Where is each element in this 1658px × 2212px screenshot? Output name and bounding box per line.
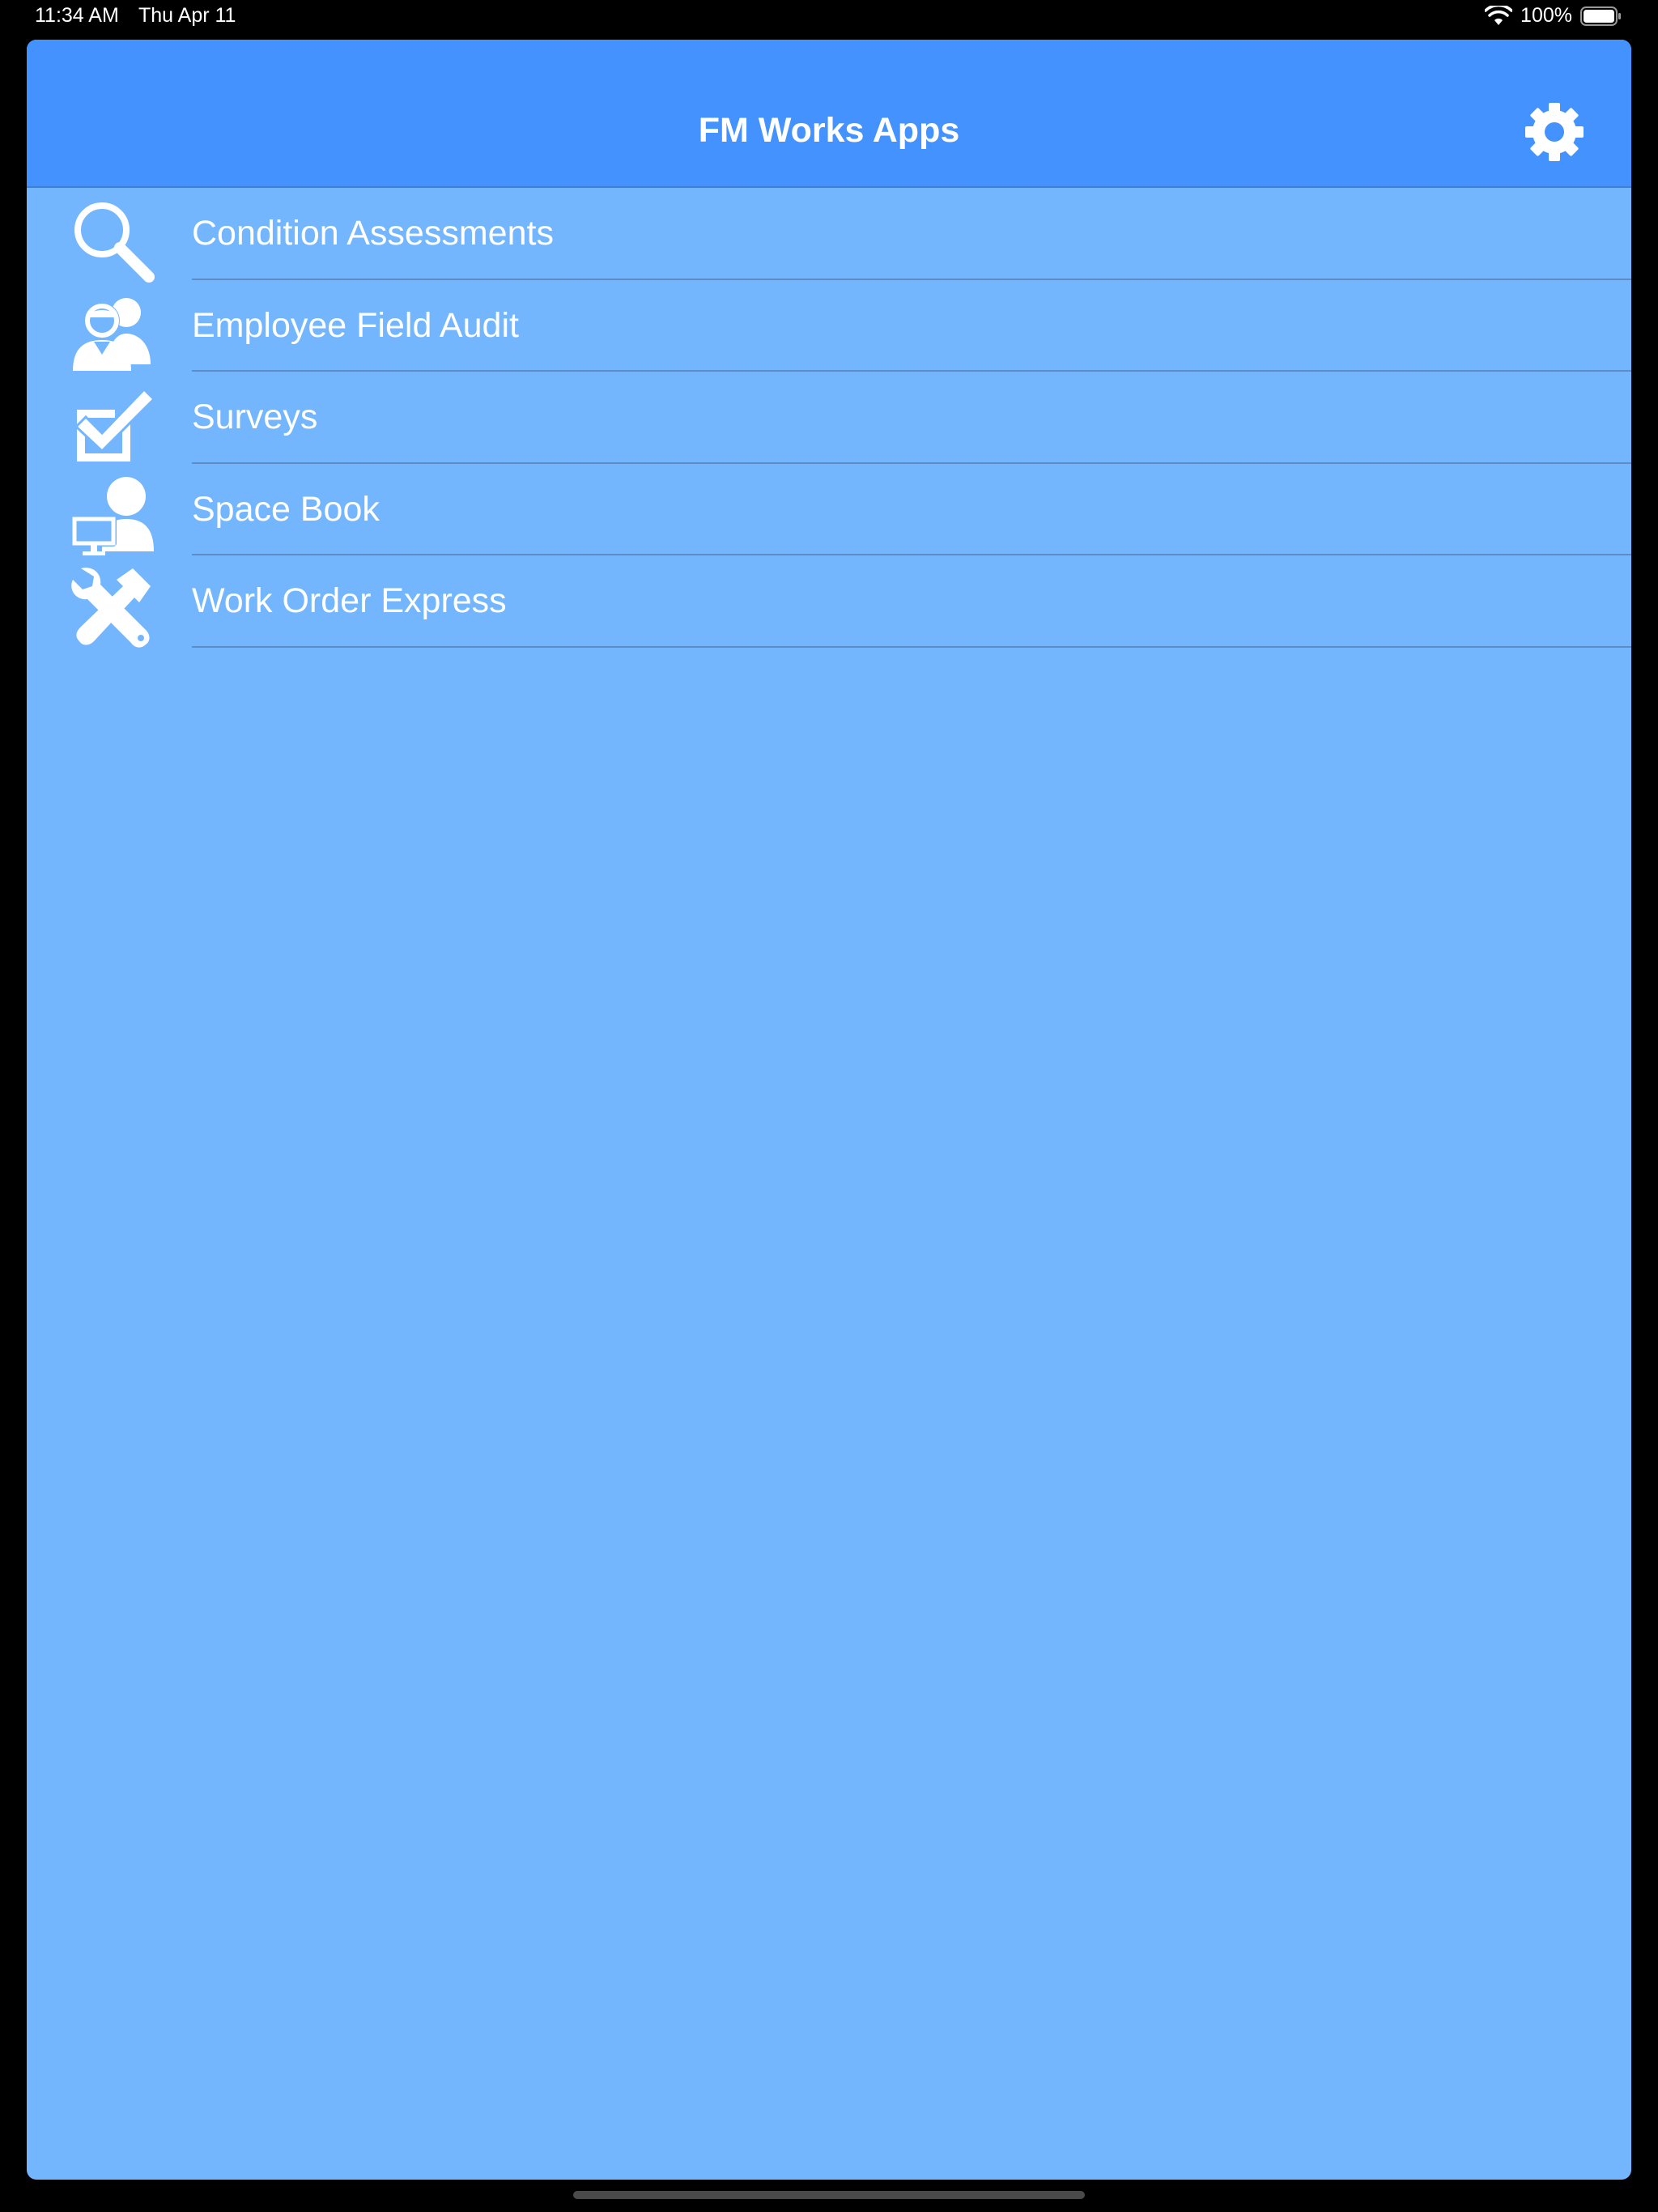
app-item-surveys[interactable]: Surveys (27, 372, 1631, 464)
app-list: Condition Assessments Employee Field Aud… (27, 188, 1631, 648)
row-divider (192, 645, 1631, 648)
wifi-icon (1484, 3, 1513, 27)
status-indicators: 100% (1484, 3, 1622, 28)
app-item-space-book[interactable]: Space Book (27, 464, 1631, 556)
app-item-employee-field-audit[interactable]: Employee Field Audit (27, 280, 1631, 372)
checkbox-icon (70, 381, 156, 467)
settings-button[interactable] (1524, 101, 1585, 163)
page-title: FM Works Apps (698, 111, 960, 150)
magnifier-icon (70, 198, 155, 283)
battery-percent: 100% (1520, 4, 1572, 27)
app-item-label: Surveys (192, 398, 318, 437)
battery-icon (1580, 6, 1622, 26)
status-date: Thu Apr 11 (138, 4, 236, 27)
app-item-label: Employee Field Audit (192, 305, 519, 345)
app-item-label: Space Book (192, 489, 380, 529)
app-item-work-order-express[interactable]: Work Order Express (27, 555, 1631, 648)
app-item-label: Work Order Express (192, 581, 507, 621)
app-item-label: Condition Assessments (192, 214, 554, 253)
navigation-bar: FM Works Apps (27, 40, 1631, 188)
status-time: 11:34 AM (35, 4, 119, 27)
person-monitor-icon (70, 474, 155, 559)
app-item-condition-assessments[interactable]: Condition Assessments (27, 188, 1631, 283)
gear-icon (1525, 103, 1584, 161)
people-icon (70, 290, 155, 376)
home-indicator[interactable] (573, 2191, 1085, 2199)
app-sheet: FM Works Apps Condition Assessments Empl… (27, 40, 1631, 2180)
wrench-hammer-icon (70, 565, 155, 651)
status-bar: 11:34 AM Thu Apr 11 100% (0, 0, 1658, 34)
